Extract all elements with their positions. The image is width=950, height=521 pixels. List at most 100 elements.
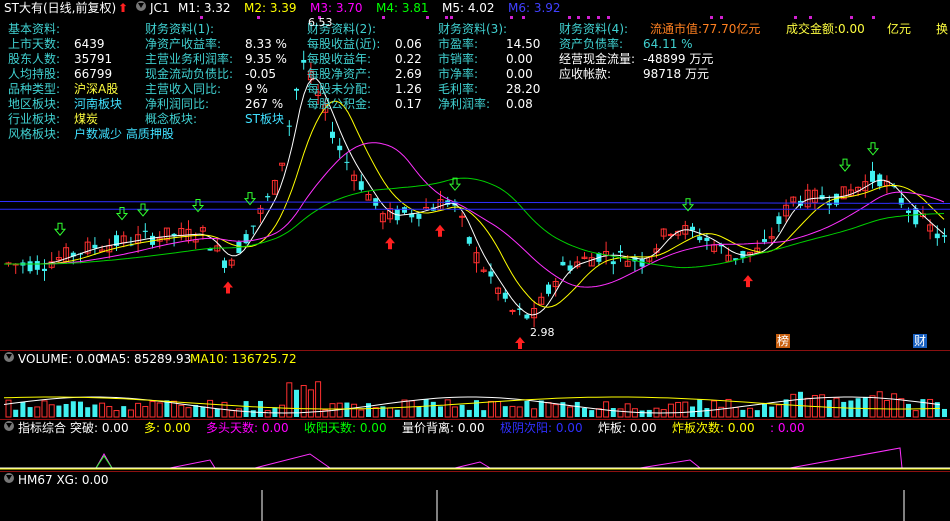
- volume-bar: [78, 401, 83, 417]
- up-arrow-icon[interactable]: ⬆: [118, 1, 128, 15]
- volume-bar: [898, 398, 905, 418]
- volume-bar: [307, 389, 314, 418]
- volume-bar: [942, 408, 947, 417]
- hm-dropdown-icon[interactable]: [4, 473, 14, 483]
- volume-dropdown-icon[interactable]: [4, 352, 14, 362]
- indicator-chart[interactable]: [0, 436, 950, 471]
- volume-bar: [264, 410, 271, 418]
- volume-bar: [538, 400, 544, 417]
- fin-value: 0.00: [506, 67, 533, 81]
- rank-badge[interactable]: 榜: [776, 334, 791, 348]
- hm-chart[interactable]: [0, 488, 950, 521]
- marker-dot: [710, 16, 713, 19]
- indicator-line: [95, 455, 113, 469]
- indicator-panel[interactable]: [0, 436, 950, 471]
- volume-bar: [509, 405, 516, 418]
- fin-row: 概念板块: ST板块: [145, 112, 284, 126]
- market-cap-label: 流通市值:: [650, 22, 703, 36]
- volume-bar: [862, 397, 868, 417]
- volume-bar: [617, 408, 624, 418]
- ma-value-6: M6: 3.92: [508, 1, 561, 15]
- hm-panel[interactable]: [0, 488, 950, 521]
- candle-body: [402, 207, 407, 213]
- buy-arrow-icon: [515, 337, 525, 349]
- volume-bar: [667, 403, 674, 418]
- marker-dot: [577, 16, 580, 19]
- volume-bar: [286, 382, 293, 418]
- fin-value: 河南板块: [74, 97, 123, 111]
- turnover-value: 0.00: [838, 22, 865, 36]
- candle-body: [42, 268, 47, 271]
- volume-bar: [848, 400, 854, 417]
- indicator-dropdown-icon[interactable]: [4, 421, 14, 431]
- fin-label: 风格板块:: [8, 127, 61, 141]
- fin-value: 64.11 %: [643, 37, 693, 51]
- volume-bar: [466, 409, 472, 417]
- candle-body: [762, 239, 767, 242]
- candle-body: [819, 195, 825, 200]
- low-price-label: 2.98: [530, 326, 555, 339]
- volume-chart[interactable]: [0, 367, 950, 419]
- fin-row: 现金流动负债比: -0.05: [145, 67, 276, 81]
- turnover-label: 成交金额:: [786, 22, 839, 36]
- candle-body: [243, 234, 249, 244]
- fin-label: 财务资料(4):: [559, 22, 629, 36]
- marker-dot: [426, 16, 429, 19]
- fin-label: 行业板块:: [8, 112, 61, 126]
- volume-bar: [545, 402, 552, 418]
- finance-badge[interactable]: 财: [913, 334, 928, 348]
- candle-body: [294, 88, 299, 91]
- turnover: 成交金额:0.00: [786, 22, 865, 36]
- fin-row: 股东人数: 35791: [8, 52, 112, 66]
- marker-dot: [200, 16, 203, 19]
- volume-bar: [754, 410, 760, 417]
- kline-panel[interactable]: 基本资料: 上市天数: 6439 股东人数: 35791 人均持股: 66799 品种类型: 沪…: [0, 16, 950, 350]
- fin-label: 每股未分配:: [307, 82, 372, 96]
- fin-value: 2.69: [395, 67, 422, 81]
- fin-row: 市净率: 0.00: [438, 67, 533, 81]
- volume-bar: [646, 409, 652, 417]
- turnover-rate-label: 换: [936, 22, 949, 36]
- candle-body: [502, 292, 508, 299]
- market-cap-value: 77.70亿元: [702, 22, 761, 36]
- stock-title[interactable]: ST大有(日线,前复权): [4, 1, 116, 15]
- fin-row: 风格板块: 户数减少 高质押股: [8, 127, 174, 141]
- indicator-item-2: 多: 0.00: [144, 421, 191, 435]
- fin-label: 净利润率:: [438, 97, 491, 111]
- volume-bar: [783, 399, 789, 417]
- fin-row: 市盈率: 14.50: [438, 37, 540, 51]
- indicator-item-9: : 0.00: [770, 421, 805, 435]
- fin-value: 1.26: [395, 82, 422, 96]
- volume-bar: [855, 398, 861, 417]
- indicator-dropdown-icon[interactable]: [136, 1, 146, 11]
- ma-value-1: M1: 3.32: [178, 1, 231, 15]
- sell-arrow-icon: [136, 203, 150, 217]
- volume-bar: [228, 410, 235, 418]
- fin-value: 28.20: [506, 82, 541, 96]
- volume-bar: [697, 399, 703, 417]
- ma-value-4: M4: 3.81: [376, 1, 429, 15]
- volume-bar: [732, 406, 739, 418]
- hm-header: HM67 XG: 0.00: [0, 472, 950, 488]
- fin-row: 财务资料(4):: [559, 22, 628, 36]
- volume-bar: [567, 406, 574, 418]
- ma-value-2: M2: 3.39: [244, 1, 297, 15]
- volume-bar: [711, 400, 718, 418]
- fin-label: 市销率:: [438, 52, 479, 66]
- fin-row: 毛利率: 28.20: [438, 82, 540, 96]
- fin-label: 财务资料(1):: [145, 22, 215, 36]
- volume-title: VOLUME: 0.00: [18, 352, 103, 366]
- volume-bar: [574, 401, 580, 417]
- candle-body: [776, 216, 782, 224]
- marker-dot: [568, 16, 571, 19]
- fin-row: 地区板块: 河南板块: [8, 97, 122, 111]
- volume-panel[interactable]: [0, 367, 950, 419]
- marker-dot: [872, 16, 875, 19]
- indicator-name[interactable]: JC1: [150, 1, 170, 15]
- indicator-item-1: 突破: 0.00: [70, 421, 129, 435]
- marker-dot: [809, 16, 812, 19]
- volume-bar: [5, 399, 12, 418]
- volume-bar: [769, 406, 775, 417]
- fin-label: 每股净资产:: [307, 67, 372, 81]
- fin-row: 品种类型: 沪深A股: [8, 82, 118, 96]
